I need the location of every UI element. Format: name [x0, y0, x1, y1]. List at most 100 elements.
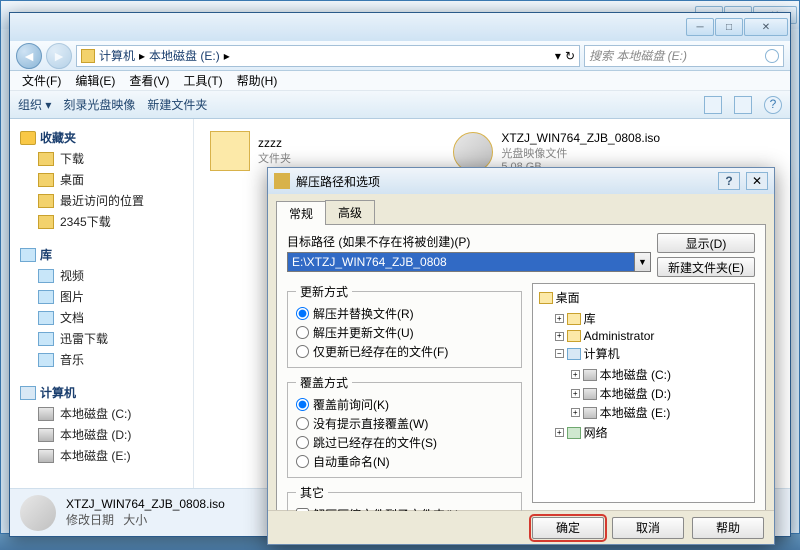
- minimize-button[interactable]: ─: [686, 18, 714, 36]
- details-filename: XTZJ_WIN764_ZJB_0808.iso: [66, 497, 225, 511]
- destination-path-label: 目标路径 (如果不存在将被创建)(P): [287, 233, 651, 250]
- breadcrumb-segment[interactable]: 计算机: [99, 47, 135, 64]
- folder-icon: [210, 131, 250, 171]
- file-type: 文件夹: [258, 150, 291, 166]
- sidebar-libraries-header[interactable]: 库: [16, 244, 187, 265]
- maximize-button[interactable]: □: [715, 18, 743, 36]
- cancel-button[interactable]: 取消: [612, 517, 684, 539]
- ok-button[interactable]: 确定: [532, 517, 604, 539]
- path-dropdown-button[interactable]: ▼: [635, 252, 651, 272]
- tree-computer[interactable]: −计算机 +本地磁盘 (C:) +本地磁盘 (D:) +本地磁盘 (E:): [555, 344, 750, 423]
- computer-icon: [20, 386, 36, 400]
- sidebar-item-drive-e[interactable]: 本地磁盘 (E:): [16, 445, 187, 466]
- tab-general[interactable]: 常规: [276, 201, 326, 225]
- dialog-close-button[interactable]: ✕: [746, 172, 768, 190]
- user-icon: [567, 330, 581, 342]
- address-bar[interactable]: 计算机 ▸ 本地磁盘 (E:) ▸ ▾ ↻: [76, 45, 580, 67]
- library-icon: [567, 313, 581, 325]
- collapse-icon[interactable]: −: [555, 349, 564, 358]
- organize-button[interactable]: 组织 ▾: [18, 96, 51, 113]
- tree-drive-c[interactable]: +本地磁盘 (C:): [571, 365, 750, 384]
- radio-ask-overwrite[interactable]: 覆盖前询问(K): [296, 395, 513, 414]
- sidebar-item-music[interactable]: 音乐: [16, 349, 187, 370]
- view-options-icon[interactable]: [704, 96, 722, 114]
- tree-user[interactable]: +Administrator: [555, 328, 750, 344]
- sidebar-item-thunder[interactable]: 迅雷下载: [16, 328, 187, 349]
- drive-icon: [38, 407, 54, 421]
- expand-icon[interactable]: +: [555, 428, 564, 437]
- menu-edit[interactable]: 编辑(E): [69, 70, 121, 91]
- drive-icon: [38, 428, 54, 442]
- radio-auto-rename[interactable]: 自动重命名(N): [296, 452, 513, 471]
- dialog-help-button[interactable]: ?: [718, 172, 740, 190]
- tree-network[interactable]: +网络: [555, 423, 750, 442]
- close-button[interactable]: ✕: [744, 18, 788, 36]
- file-type: 光盘映像文件: [501, 145, 660, 161]
- expand-icon[interactable]: +: [555, 314, 564, 323]
- radio-overwrite-noprompt[interactable]: 没有提示直接覆盖(W): [296, 414, 513, 433]
- nav-back-button[interactable]: ◄: [16, 43, 42, 69]
- sidebar-item-recent[interactable]: 最近访问的位置: [16, 190, 187, 211]
- breadcrumb-segment[interactable]: 本地磁盘 (E:): [149, 47, 220, 64]
- radio-fresh-existing[interactable]: 仅更新已经存在的文件(F): [296, 342, 513, 361]
- music-icon: [38, 353, 54, 367]
- burn-image-button[interactable]: 刻录光盘映像: [63, 96, 135, 113]
- sidebar-item-2345[interactable]: 2345下载: [16, 211, 187, 232]
- radio-extract-update[interactable]: 解压并更新文件(U): [296, 323, 513, 342]
- file-name: zzzz: [258, 136, 291, 150]
- menu-file[interactable]: 文件(F): [16, 70, 67, 91]
- help-icon[interactable]: ?: [764, 96, 782, 114]
- sidebar-item-pictures[interactable]: 图片: [16, 286, 187, 307]
- expand-icon[interactable]: +: [555, 332, 564, 341]
- folder-tree[interactable]: 桌面 +库 +Administrator −计算机 +本地磁盘 (C:) +本地…: [532, 283, 755, 503]
- drive-icon: [583, 388, 597, 400]
- iso-icon: [20, 495, 56, 531]
- search-input[interactable]: 搜索 本地磁盘 (E:): [584, 45, 784, 67]
- sidebar-computer-header[interactable]: 计算机: [16, 382, 187, 403]
- folder-icon: [38, 332, 54, 346]
- network-icon: [567, 427, 581, 439]
- check-subfolder[interactable]: 解压压缩文件到子文件夹(L): [296, 505, 513, 512]
- expand-icon[interactable]: +: [571, 370, 580, 379]
- computer-icon: [567, 348, 581, 360]
- sidebar-item-videos[interactable]: 视频: [16, 265, 187, 286]
- extract-dialog: 解压路径和选项 ? ✕ 常规 高级 目标路径 (如果不存在将被创建)(P) ▼ …: [267, 167, 775, 545]
- help-button[interactable]: 帮助: [692, 517, 764, 539]
- other-group: 其它 解压压缩文件到子文件夹(L) 保留损坏的文件(B) 在资源管理器中显示文件…: [287, 484, 522, 512]
- drive-icon: [38, 449, 54, 463]
- refresh-icon[interactable]: ↻: [565, 49, 575, 63]
- expand-icon[interactable]: +: [571, 389, 580, 398]
- sidebar-item-drive-d[interactable]: 本地磁盘 (D:): [16, 424, 187, 445]
- tree-drive-d[interactable]: +本地磁盘 (D:): [571, 384, 750, 403]
- sidebar-item-documents[interactable]: 文档: [16, 307, 187, 328]
- tree-desktop[interactable]: 桌面 +库 +Administrator −计算机 +本地磁盘 (C:) +本地…: [539, 288, 750, 443]
- new-folder-button[interactable]: 新建文件夹(E): [657, 257, 755, 277]
- tree-drive-e[interactable]: +本地磁盘 (E:): [571, 403, 750, 422]
- sidebar-favorites-header[interactable]: 收藏夹: [16, 127, 187, 148]
- address-dropdown-icon[interactable]: ▾: [555, 49, 561, 63]
- sidebar-item-drive-c[interactable]: 本地磁盘 (C:): [16, 403, 187, 424]
- new-folder-button[interactable]: 新建文件夹: [147, 96, 207, 113]
- tree-libraries[interactable]: +库: [555, 309, 750, 328]
- library-icon: [20, 248, 36, 262]
- iso-icon: [453, 132, 493, 172]
- menu-bar: 文件(F) 编辑(E) 查看(V) 工具(T) 帮助(H): [10, 71, 790, 91]
- menu-tools[interactable]: 工具(T): [177, 70, 228, 91]
- radio-extract-replace[interactable]: 解压并替换文件(R): [296, 304, 513, 323]
- sidebar-item-downloads[interactable]: 下载: [16, 148, 187, 169]
- radio-skip-existing[interactable]: 跳过已经存在的文件(S): [296, 433, 513, 452]
- menu-help[interactable]: 帮助(H): [231, 70, 284, 91]
- tab-advanced[interactable]: 高级: [325, 200, 375, 224]
- menu-view[interactable]: 查看(V): [123, 70, 175, 91]
- drive-icon: [81, 49, 95, 63]
- show-button[interactable]: 显示(D): [657, 233, 755, 253]
- preview-pane-icon[interactable]: [734, 96, 752, 114]
- file-name: XTZJ_WIN764_ZJB_0808.iso: [501, 131, 660, 145]
- expand-icon[interactable]: +: [571, 408, 580, 417]
- folder-icon: [38, 173, 54, 187]
- star-icon: [20, 131, 36, 145]
- sidebar-item-desktop[interactable]: 桌面: [16, 169, 187, 190]
- nav-forward-button[interactable]: ►: [46, 43, 72, 69]
- destination-path-input[interactable]: [287, 252, 635, 272]
- desktop-icon: [539, 292, 553, 304]
